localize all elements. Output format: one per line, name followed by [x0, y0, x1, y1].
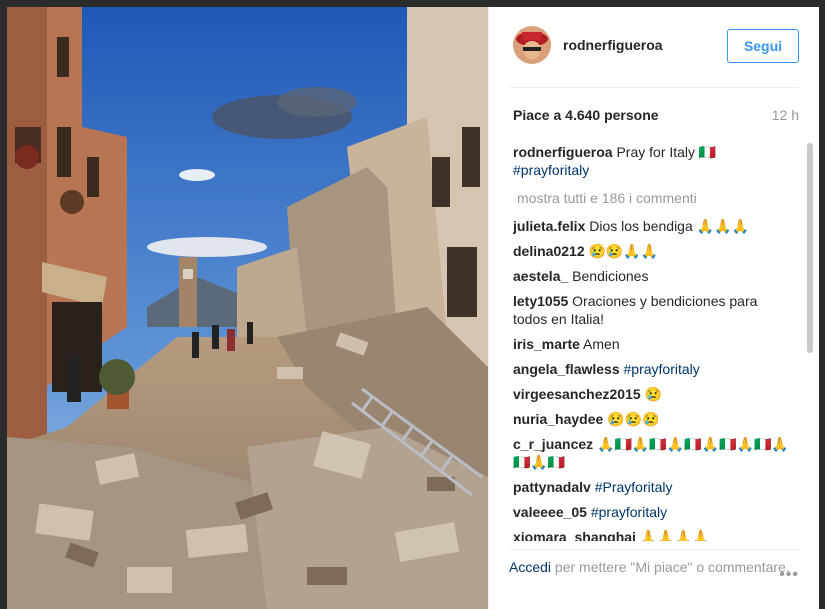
comment-item: delina0212 😢😢🙏🙏 [513, 242, 799, 260]
comment-text: Bendiciones [568, 268, 649, 284]
comment-hashtag[interactable]: #prayforitaly [591, 504, 667, 520]
comment-item: pattynadalv #Prayforitaly [513, 478, 799, 496]
comments-list[interactable]: rodnerfigueroa Pray for Italy 🇮🇹 #prayfo… [513, 143, 799, 541]
avatar-icon[interactable] [513, 26, 551, 64]
scrollbar-thumb[interactable] [807, 143, 813, 353]
comment-username[interactable]: pattynadalv [513, 479, 591, 495]
post-window: rodnerfigueroa Segui Piace a 4.640 perso… [7, 7, 819, 609]
comment-item: xiomara_shanghai 🙏🙏🙏🙏 [513, 528, 799, 541]
comments-scrollbar[interactable] [807, 143, 813, 541]
comment-item: julieta.felix Dios los bendiga 🙏🙏🙏 [513, 217, 799, 235]
comment-text: 😢😢😢 [603, 411, 660, 427]
comment-item: lety1055 Oraciones y bendiciones para to… [513, 292, 799, 328]
comment-username[interactable]: virgeesanchez2015 [513, 386, 641, 402]
comment-username[interactable]: iris_marte [513, 336, 580, 352]
post-footer: Accedi per mettere "Mi piace" o commenta… [509, 549, 799, 583]
post-header: rodnerfigueroa Segui [509, 7, 799, 88]
follow-button[interactable]: Segui [727, 29, 799, 63]
caption-text: Pray for Italy 🇮🇹 [612, 144, 717, 160]
post-username[interactable]: rodnerfigueroa [563, 37, 663, 53]
show-all-comments-link[interactable]: mostra tutti e 186 i commenti [517, 189, 799, 207]
comment-text: 😢 [640, 386, 662, 402]
login-link[interactable]: Accedi [509, 559, 551, 575]
more-options-icon[interactable]: ••• [779, 566, 799, 584]
comment-username[interactable]: valeeee_05 [513, 504, 587, 520]
comment-hashtag[interactable]: #prayforitaly [624, 361, 700, 377]
post-side-panel: rodnerfigueroa Segui Piace a 4.640 perso… [488, 7, 819, 609]
comment-username[interactable]: c_r_juancez [513, 436, 593, 452]
comment-username[interactable]: delina0212 [513, 243, 585, 259]
comment-username[interactable]: nuria_haydee [513, 411, 603, 427]
comment-item: virgeesanchez2015 😢 [513, 385, 799, 403]
comment-text: Amen [579, 336, 620, 352]
comment-username[interactable]: angela_flawless [513, 361, 620, 377]
comment-item: nuria_haydee 😢😢😢 [513, 410, 799, 428]
comment-username[interactable]: aestela_ [513, 268, 568, 284]
comment-text: 🙏🙏🙏🙏 [635, 529, 710, 541]
comment-hashtag[interactable]: #Prayforitaly [595, 479, 673, 495]
earthquake-photo [7, 7, 488, 609]
post-photo[interactable] [7, 7, 488, 609]
comment-text: 😢😢🙏🙏 [584, 243, 659, 259]
likes-count[interactable]: Piace a 4.640 persone [513, 107, 659, 123]
comment-item: angela_flawless #prayforitaly [513, 360, 799, 378]
comment-username[interactable]: julieta.felix [513, 218, 585, 234]
caption-username[interactable]: rodnerfigueroa [513, 144, 613, 160]
login-prompt-text: per mettere "Mi piace" o commentare. [551, 559, 790, 575]
comment-item: c_r_juancez 🙏🇮🇹🙏🇮🇹🙏🇮🇹🙏🇮🇹🙏🇮🇹🙏🇮🇹🙏🇮🇹 [513, 435, 799, 471]
caption-hashtag[interactable]: #prayforitaly [513, 162, 589, 178]
comment-item: iris_marte Amen [513, 335, 799, 353]
caption: rodnerfigueroa Pray for Italy 🇮🇹 #prayfo… [513, 143, 799, 179]
comment-item: valeeee_05 #prayforitaly [513, 503, 799, 521]
comment-item: aestela_ Bendiciones [513, 267, 799, 285]
comment-username[interactable]: xiomara_shanghai [513, 529, 636, 541]
post-timestamp: 12 h [771, 107, 799, 123]
comment-username[interactable]: lety1055 [513, 293, 568, 309]
comment-text: Dios los bendiga 🙏🙏🙏 [585, 218, 749, 234]
